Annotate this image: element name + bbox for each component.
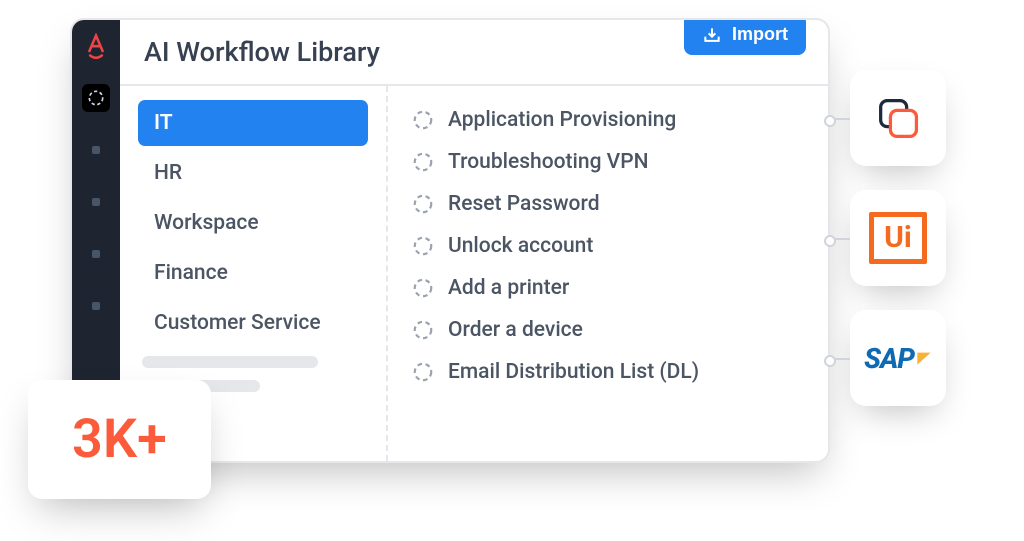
rail-item-2[interactable] [82,136,110,164]
workflow-item[interactable]: Add a printer [412,272,804,304]
integration-tile-uipath: Ui [850,190,946,286]
workflow-list: Application Provisioning Troubleshooting… [388,86,828,461]
category-item-finance[interactable]: Finance [138,250,368,296]
cycle-icon [412,361,434,383]
workflow-item[interactable]: Troubleshooting VPN [412,146,804,178]
cycle-icon [412,235,434,257]
workflow-item[interactable]: Unlock account [412,230,804,262]
workflow-item-label: Unlock account [448,234,593,258]
workflow-item[interactable]: Reset Password [412,188,804,220]
integration-tiles: Ui SAP [850,70,946,406]
app-logo [81,30,111,60]
workflow-item[interactable]: Application Provisioning [412,104,804,136]
copy-icon [872,92,924,144]
workflow-item-label: Application Provisioning [448,108,676,132]
category-item-hr[interactable]: HR [138,150,368,196]
category-item-it[interactable]: IT [138,100,368,146]
rail-item-4[interactable] [82,240,110,268]
workflow-item-label: Reset Password [448,192,600,216]
uipath-logo: Ui [869,212,927,264]
counter-card: 3K+ [28,380,211,499]
cycle-icon [86,88,106,108]
workflow-item-label: Order a device [448,318,583,342]
import-button-label: Import [732,24,788,45]
category-item-customer-service[interactable]: Customer Service [138,300,368,346]
integration-tile-sap: SAP [850,310,946,406]
workflow-item-label: Troubleshooting VPN [448,150,649,174]
cycle-icon [412,277,434,299]
integration-tile-copy [850,70,946,166]
import-button[interactable]: Import [684,18,806,55]
content-area: IT HR Workspace Finance Customer Service… [120,86,828,461]
main-panel: AI Workflow Library Import IT HR Workspa… [120,20,828,461]
cycle-icon [412,319,434,341]
cycle-icon [412,109,434,131]
sap-logo: SAP [864,342,932,375]
rail-item-5[interactable] [82,292,110,320]
header-bar: AI Workflow Library Import [120,20,828,86]
sap-triangle-icon [916,350,932,366]
rail-item-workflows[interactable] [82,84,110,112]
page-title: AI Workflow Library [144,36,380,68]
cycle-icon [412,193,434,215]
import-icon [702,25,722,45]
workflow-item[interactable]: Email Distribution List (DL) [412,356,804,388]
cycle-icon [412,151,434,173]
workflow-item[interactable]: Order a device [412,314,804,346]
workflow-item-label: Email Distribution List (DL) [448,360,699,384]
category-item-workspace[interactable]: Workspace [138,200,368,246]
rail-item-3[interactable] [82,188,110,216]
counter-value: 3K+ [72,408,167,471]
workflow-item-label: Add a printer [448,276,569,300]
